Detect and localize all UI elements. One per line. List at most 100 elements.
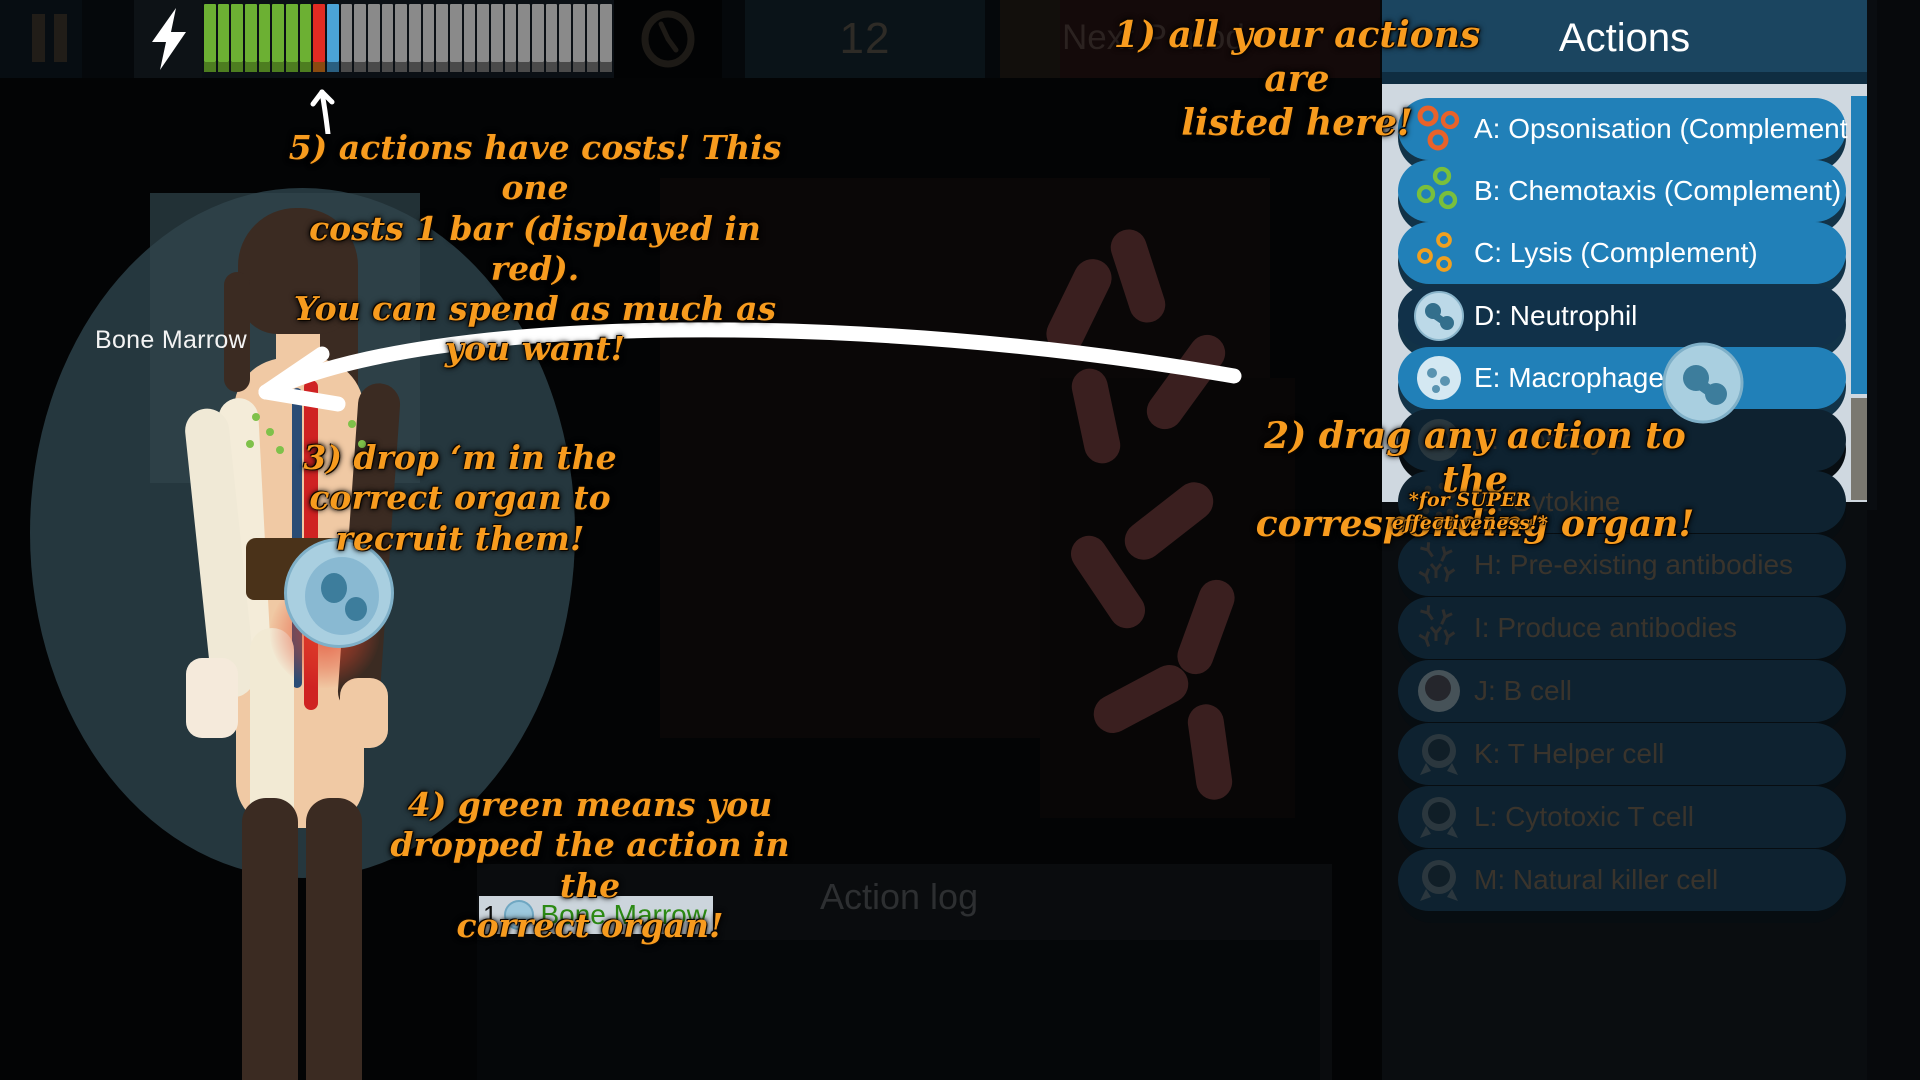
action-button-label: E: Macrophage: [1474, 362, 1664, 393]
action-button-b[interactable]: B: Chemotaxis (Complement): [1398, 160, 1846, 222]
action-button-label: L: Cytotoxic T cell: [1474, 801, 1694, 832]
turn-clock: [614, 0, 722, 78]
energy-segment-empty: [368, 62, 380, 72]
energy-segment-empty: [436, 4, 449, 62]
energy-segment-empty: [532, 62, 544, 72]
energy-segment-empty: [340, 62, 353, 72]
energy-segment-empty: [463, 4, 476, 62]
energy-segment-empty: [573, 4, 585, 62]
energy-bar-segments: [204, 4, 613, 70]
energy-segment-empty: [491, 4, 503, 62]
energy-segment-spent: [258, 4, 271, 62]
energy-segment-empty: [586, 62, 599, 72]
action-button-j: J: B cell: [1398, 660, 1846, 722]
energy-segment-spent: [258, 62, 271, 72]
energy-segment-empty: [545, 62, 558, 72]
energy-segment-empty: [340, 4, 353, 62]
turn-counter: 12: [745, 0, 985, 78]
energy-segment-empty: [477, 62, 490, 72]
action-button-label: H: Pre-existing antibodies: [1474, 549, 1794, 580]
action-button-label: M: Natural killer cell: [1474, 864, 1719, 895]
action-button-d[interactable]: D: Neutrophil: [1398, 285, 1846, 347]
left-leg: [242, 798, 298, 1080]
energy-segment-empty: [368, 4, 380, 62]
energy-segment-empty: [381, 62, 394, 72]
energy-segment-spent: [231, 62, 244, 72]
energy-segment-empty: [518, 4, 531, 62]
action-button-label: K: T Helper cell: [1474, 738, 1665, 769]
action-button-label: D: Neutrophil: [1474, 300, 1638, 331]
energy-segment-spent: [299, 4, 312, 62]
neutrophil-token-icon[interactable]: [1662, 342, 1744, 424]
cytotoxic-t-cell-icon: [1412, 790, 1466, 844]
energy-segment-empty: [450, 4, 462, 62]
action-button-label: B: Chemotaxis (Complement): [1474, 175, 1842, 206]
lightning-bolt-icon: [152, 8, 186, 70]
lysis-icon: [1412, 226, 1466, 280]
energy-segment-empty: [586, 4, 599, 62]
clock-icon: [641, 10, 695, 68]
energy-segment-empty: [504, 4, 517, 62]
action-button-c[interactable]: C: Lysis (Complement): [1398, 222, 1846, 284]
energy-segment-empty: [600, 4, 613, 62]
neutrophil-icon: [1412, 289, 1466, 343]
t-helper-cell-icon: [1412, 727, 1466, 781]
energy-segment-empty: [395, 4, 408, 62]
energy-segment-empty: [354, 4, 367, 62]
turn-number: 12: [839, 14, 891, 63]
energy-segment-empty: [450, 62, 462, 72]
energy-segment-empty: [559, 62, 572, 72]
energy-segment-empty: [395, 62, 408, 72]
energy-segment-selected: [327, 62, 339, 72]
energy-segment-selected: [327, 4, 339, 62]
right-leg: [306, 798, 362, 1080]
energy-segment-empty: [491, 62, 503, 72]
marrow-lobe: [321, 573, 347, 603]
energy-segment-spent: [217, 62, 230, 72]
action-button-label: J: B cell: [1474, 675, 1573, 706]
action-button-label: I: Produce antibodies: [1474, 612, 1738, 643]
action-button-e[interactable]: E: Macrophage: [1398, 347, 1846, 409]
macrophage-icon: [1412, 351, 1466, 405]
energy-segment-empty: [477, 4, 490, 62]
energy-segment-empty: [518, 62, 531, 72]
energy-segment-empty: [559, 4, 572, 62]
natural-killer-cell-icon: [1412, 853, 1466, 907]
energy-segment-spent: [272, 62, 285, 72]
action-button-l: L: Cytotoxic T cell: [1398, 786, 1846, 848]
energy-segment-empty: [354, 62, 367, 72]
energy-segment-empty: [463, 62, 476, 72]
action-button-m: M: Natural killer cell: [1398, 849, 1846, 911]
antibody-icon: [1412, 601, 1466, 655]
action-log-body[interactable]: [477, 940, 1320, 1080]
energy-segment-empty: [504, 62, 517, 72]
annotation-3: 3) drop ‘m in the correct organ to recru…: [303, 438, 617, 558]
energy-segment-spent: [245, 4, 257, 62]
energy-segment-empty: [381, 4, 394, 62]
energy-segment-spent: [217, 4, 230, 62]
action-button-i: I: Produce antibodies: [1398, 597, 1846, 659]
energy-segment-spent: [245, 62, 257, 72]
energy-bar[interactable]: [202, 0, 614, 78]
energy-segment-empty: [532, 4, 544, 62]
energy-segment-empty: [409, 4, 421, 62]
right-hand: [340, 678, 388, 748]
action-button-label: A: Opsonisation (Complement): [1474, 113, 1857, 144]
annotation-4: 4) green means you dropped the action in…: [390, 785, 790, 945]
energy-segment-empty: [436, 62, 449, 72]
action-log-title: Action log: [820, 876, 979, 917]
energy-segment-spent: [299, 62, 312, 72]
marrow-lobe: [345, 597, 367, 621]
pause-icon: [26, 14, 74, 62]
energy-segment-cost: [313, 4, 326, 62]
organ-name-label: Bone Marrow: [95, 326, 247, 354]
energy-segment-cost: [313, 62, 326, 72]
action-button-k: K: T Helper cell: [1398, 723, 1846, 785]
pause-button[interactable]: [0, 0, 82, 78]
b-cell-icon: [1412, 664, 1466, 718]
energy-segment-spent: [231, 4, 244, 62]
energy-segment-empty: [600, 62, 613, 72]
annotation-2-subtext: *for SUPER effectiveness!*: [1391, 489, 1549, 535]
energy-segment-empty: [422, 62, 435, 72]
energy-bar-base: [204, 62, 613, 72]
